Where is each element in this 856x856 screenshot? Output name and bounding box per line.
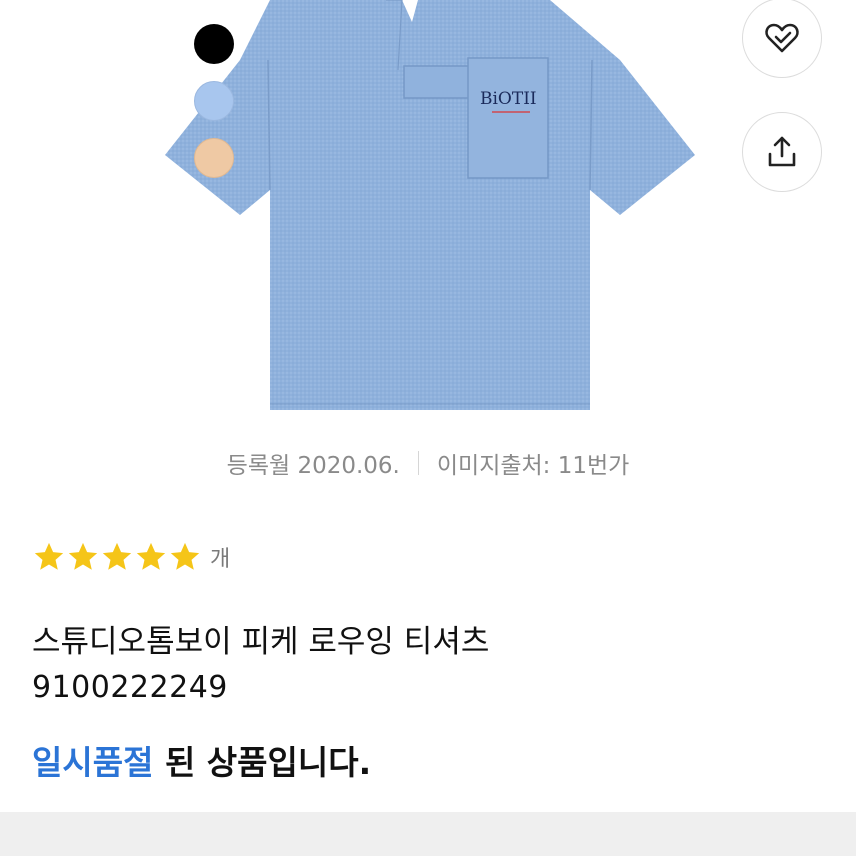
swatch-black[interactable] — [194, 24, 234, 64]
product-name: 스튜디오톰보이 피케 로우잉 티셔츠 — [32, 624, 490, 660]
meta-divider — [417, 451, 419, 475]
rating-count-unit: 개 — [210, 547, 231, 572]
swatch-beige[interactable] — [194, 138, 234, 178]
star-icon — [102, 542, 132, 570]
star-icon — [68, 542, 98, 570]
registered-date: 등록월 2020.06. — [226, 453, 400, 479]
star-icon — [170, 542, 200, 570]
swatch-light-blue[interactable] — [194, 81, 234, 121]
wishlist-button[interactable] — [742, 0, 822, 78]
pocket-logo-text: BiOTII — [480, 89, 537, 109]
rating-row[interactable]: 개 — [32, 540, 230, 574]
status-text: 된 상품입니다. — [153, 743, 372, 782]
stock-status: 일시품절 된 상품입니다. — [32, 736, 371, 784]
heart-check-icon — [765, 23, 799, 53]
star-icon — [34, 542, 64, 570]
rating-stars — [32, 540, 202, 574]
meta-row: 등록월 2020.06. 이미지출처: 11번가 — [0, 446, 856, 480]
star-icon — [136, 542, 166, 570]
share-button[interactable] — [742, 112, 822, 192]
image-source: 이미지출처: 11번가 — [436, 453, 630, 479]
product-image[interactable]: BiOTII — [150, 0, 710, 420]
share-icon — [768, 136, 796, 167]
status-highlight: 일시품절 — [32, 743, 154, 782]
product-code: 9100222249 — [32, 670, 228, 705]
bottom-divider-bar — [0, 812, 856, 856]
